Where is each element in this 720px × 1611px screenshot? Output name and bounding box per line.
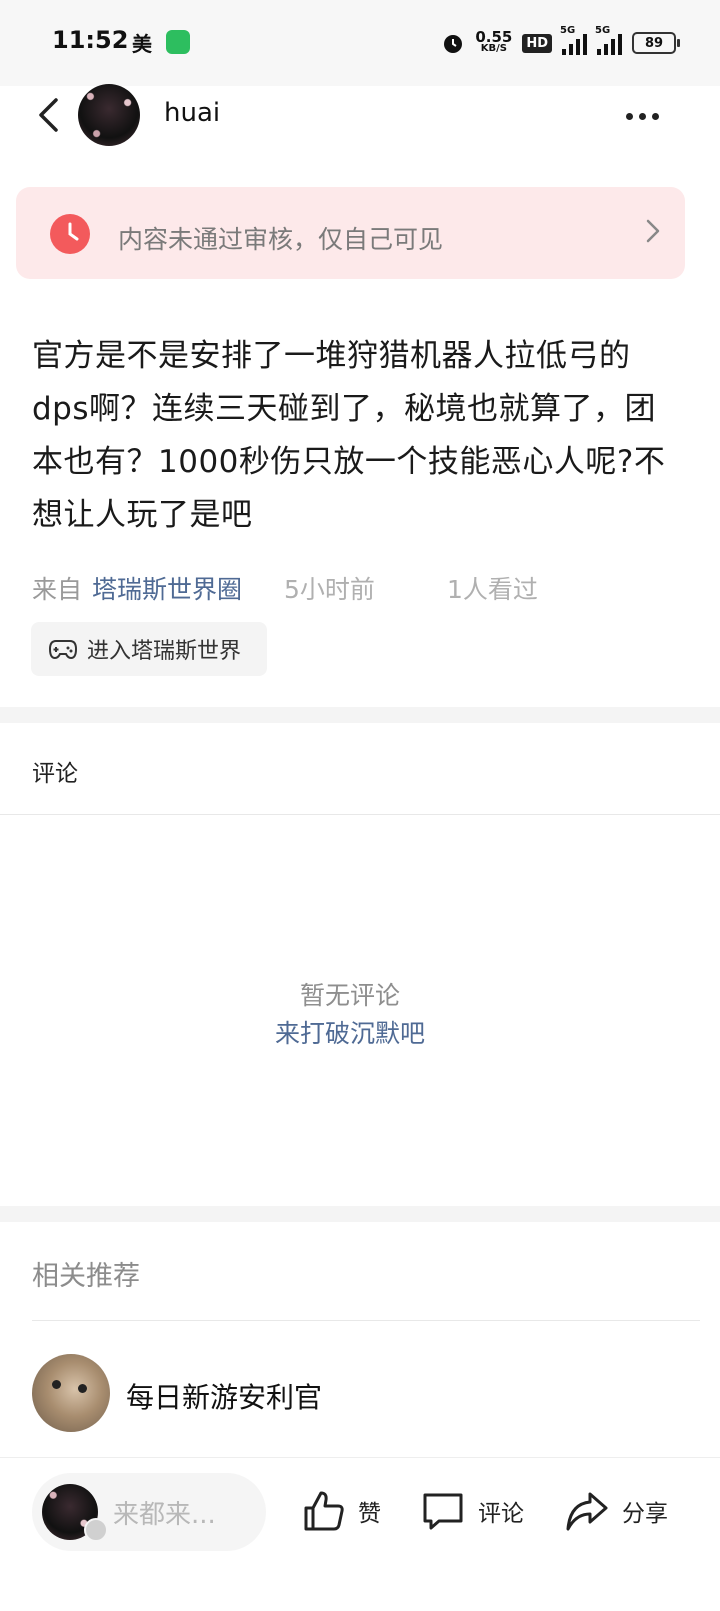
view-count: 1人看过 [446, 575, 538, 604]
alarm-icon [444, 35, 463, 53]
recommend-author-name[interactable]: 每日新游安利官 [126, 1376, 322, 1416]
post-body: 官方是不是安排了一堆狩猎机器人拉低弓的dps啊？连续三天碰到了，秘境也就算了，团… [32, 338, 666, 533]
author-name[interactable]: huai [164, 98, 220, 128]
thumbs-up-icon [304, 1491, 344, 1531]
share-label: 分享 [622, 1501, 668, 1527]
from-label: 来自 [32, 575, 83, 604]
hd-badge: HD [522, 33, 552, 53]
divider [32, 1320, 700, 1321]
no-comments-text: 暂无评论 [299, 981, 400, 1010]
recommend-title: 相关推荐 [32, 1261, 140, 1292]
status-indicators: 0.55 KB/S HD 5G 5G 89 [441, 25, 680, 60]
recommend-avatar[interactable] [32, 1354, 110, 1432]
comments-title: 评论 [32, 761, 78, 787]
like-label: 赞 [358, 1501, 381, 1527]
post-meta: 来自 塔瑞斯世界圈 5小时前 1人看过 [32, 570, 538, 606]
back-arrow-icon [39, 98, 58, 132]
dot-icon [639, 112, 646, 120]
enter-world-button[interactable]: 进入塔瑞斯世界 [31, 622, 267, 676]
message-app-icon [166, 30, 190, 54]
share-button[interactable]: 分享 [564, 1484, 668, 1538]
gamepad-icon [49, 640, 77, 660]
clock-icon [50, 214, 90, 254]
battery-icon: 89 [632, 32, 680, 54]
enter-world-label: 进入塔瑞斯世界 [87, 639, 242, 664]
dot-icon [626, 112, 633, 120]
status-time: 11:52 [52, 26, 129, 54]
signal-icon: 5G [595, 25, 622, 55]
break-silence-link[interactable]: 来打破沉默吧 [0, 1014, 700, 1050]
author-avatar[interactable] [78, 84, 140, 146]
like-button[interactable]: 赞 [302, 1484, 381, 1538]
post-time: 5小时前 [284, 575, 375, 604]
share-icon [566, 1492, 608, 1531]
section-divider [0, 1206, 720, 1222]
status-carrier: 美 [132, 32, 152, 56]
comment-icon [423, 1493, 463, 1530]
back-button[interactable] [28, 95, 68, 135]
badge-icon [84, 1518, 108, 1542]
dot-icon [652, 112, 659, 120]
chevron-right-icon [646, 219, 660, 243]
review-status-text: 内容未通过审核，仅自己可见 [118, 225, 444, 254]
comment-placeholder: 来都来... [113, 1500, 216, 1530]
more-options-button[interactable] [626, 106, 666, 126]
net-speed: 0.55 KB/S [475, 28, 513, 55]
comment-button[interactable]: 评论 [420, 1484, 524, 1538]
circle-link[interactable]: 塔瑞斯世界圈 [92, 570, 242, 606]
signal-icon: 5G [560, 25, 587, 55]
divider [0, 814, 720, 815]
comment-label: 评论 [478, 1501, 524, 1527]
section-divider [0, 707, 720, 723]
